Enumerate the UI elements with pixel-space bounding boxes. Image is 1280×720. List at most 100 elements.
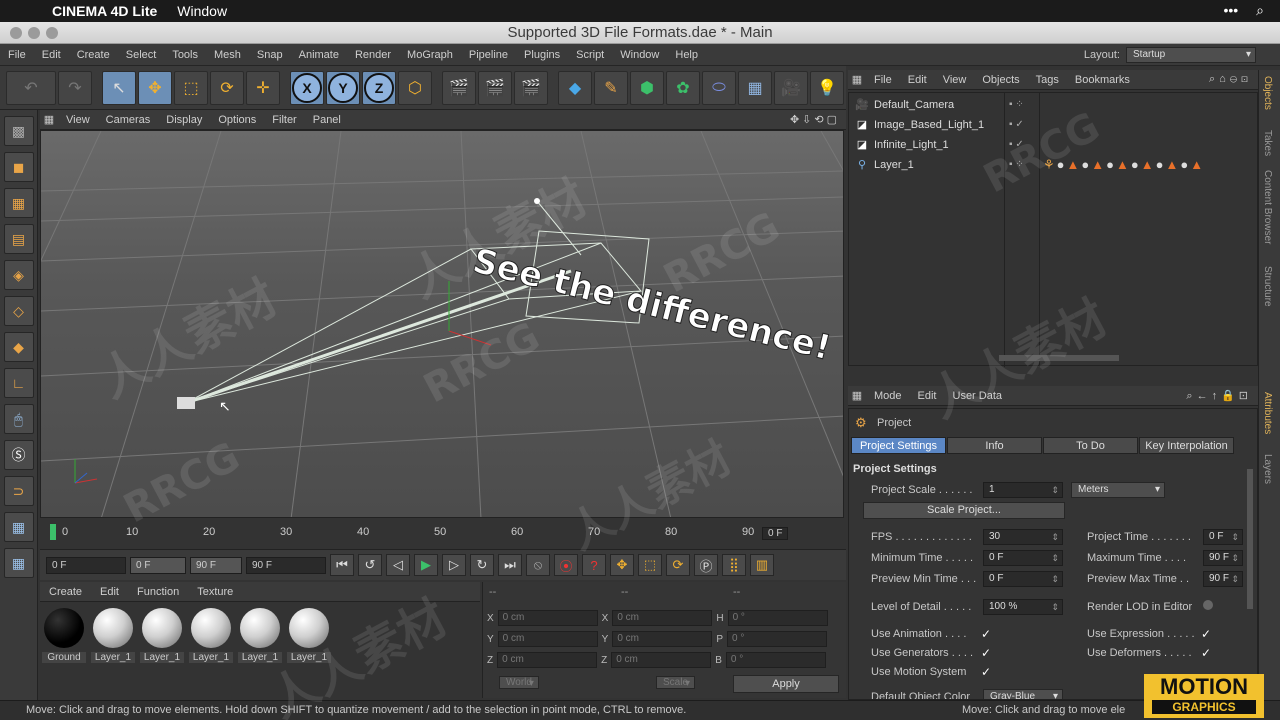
- coord-mode-dropdown[interactable]: Scale: [656, 676, 696, 689]
- visibility-toggles[interactable]: ▪ ✓: [1009, 119, 1024, 130]
- key-position-icon[interactable]: ✥: [610, 554, 634, 576]
- start-frame-field[interactable]: 0 F: [46, 556, 126, 574]
- material-menu-edit[interactable]: Edit: [91, 586, 128, 598]
- side-tab-attributes[interactable]: Attributes: [1262, 392, 1273, 434]
- floor-icon[interactable]: ▦: [738, 70, 772, 105]
- tweak-mode-icon[interactable]: 🖱: [3, 404, 34, 434]
- play-icon[interactable]: ▶: [414, 554, 438, 576]
- material-layer[interactable]: Layer_1: [238, 608, 282, 692]
- min-time-field[interactable]: 0 F: [983, 550, 1063, 566]
- scale-tool-icon[interactable]: ⬚: [174, 70, 208, 105]
- menu-snap[interactable]: Snap: [249, 49, 291, 61]
- material-layer[interactable]: Layer_1: [91, 608, 135, 692]
- objects-menu-objects[interactable]: Objects: [974, 74, 1027, 86]
- menu-pipeline[interactable]: Pipeline: [461, 49, 516, 61]
- menu-animate[interactable]: Animate: [291, 49, 347, 61]
- tab-project-settings[interactable]: Project Settings: [851, 437, 946, 454]
- end-frame-field[interactable]: 90 F: [246, 556, 326, 574]
- points-mode-icon[interactable]: ◈: [3, 260, 34, 290]
- use-deformers-checkbox[interactable]: ✓: [1201, 647, 1213, 659]
- material-layer[interactable]: Layer_1: [140, 608, 184, 692]
- autokey-icon[interactable]: ⦿: [554, 554, 578, 576]
- tab-key-interpolation[interactable]: Key Interpolation: [1139, 437, 1234, 454]
- attributes-menu-edit[interactable]: Edit: [910, 390, 945, 402]
- object-row-ibl[interactable]: ◪ Image_Based_Light_1: [855, 115, 984, 134]
- menu-help[interactable]: Help: [667, 49, 706, 61]
- objects-menu-view[interactable]: View: [935, 74, 975, 86]
- use-expression-checkbox[interactable]: ✓: [1201, 628, 1213, 640]
- range-min-field[interactable]: 0 F: [130, 556, 186, 574]
- deformer-icon[interactable]: ⬭: [702, 70, 736, 105]
- previous-frame-icon[interactable]: ◁: [386, 554, 410, 576]
- app-name-menu[interactable]: CINEMA 4D Lite: [52, 3, 157, 19]
- size-x-field[interactable]: 0 cm: [612, 610, 713, 626]
- position-x-field[interactable]: 0 cm: [497, 610, 598, 626]
- apply-button[interactable]: Apply: [733, 675, 839, 693]
- range-max-field[interactable]: 90 F: [190, 556, 242, 574]
- record-active-icon[interactable]: ⦸: [526, 554, 550, 576]
- tab-info[interactable]: Info: [947, 437, 1042, 454]
- project-scale-field[interactable]: 1: [983, 482, 1063, 498]
- menu-tools[interactable]: Tools: [164, 49, 206, 61]
- edges-mode-icon[interactable]: ◇: [3, 296, 34, 326]
- tab-to-do[interactable]: To Do: [1043, 437, 1138, 454]
- position-y-field[interactable]: 0 cm: [497, 631, 598, 647]
- zoom-window-button[interactable]: [46, 27, 58, 39]
- viewport-navigation-icons[interactable]: ✥⇩⟲▢: [790, 113, 840, 126]
- magnet-icon[interactable]: ⊃: [3, 476, 34, 506]
- project-scale-unit-dropdown[interactable]: Meters: [1071, 482, 1165, 498]
- viewport-menu-panel[interactable]: Panel: [305, 114, 349, 126]
- menu-file[interactable]: File: [0, 49, 34, 61]
- objects-menu-bookmarks[interactable]: Bookmarks: [1067, 74, 1138, 86]
- polygons-mode-icon[interactable]: ◆: [3, 332, 34, 362]
- material-layer[interactable]: Layer_1: [287, 608, 331, 692]
- material-menu-create[interactable]: Create: [40, 586, 91, 598]
- max-time-field[interactable]: 90 F: [1203, 550, 1243, 566]
- menu-script[interactable]: Script: [568, 49, 612, 61]
- move-tool-icon[interactable]: ✥: [138, 70, 172, 105]
- object-row-layer[interactable]: ⚲ Layer_1: [855, 155, 914, 174]
- next-key-icon[interactable]: ↻: [470, 554, 494, 576]
- rotation-h-field[interactable]: 0 °: [727, 610, 828, 626]
- key-scale-icon[interactable]: ⬚: [638, 554, 662, 576]
- key-pla-icon[interactable]: ⣿: [722, 554, 746, 576]
- material-tags[interactable]: ⚘●▲●▲●▲●▲●▲●▲: [1043, 157, 1205, 173]
- camera-object-icon[interactable]: [177, 397, 195, 409]
- size-z-field[interactable]: 0 cm: [611, 652, 712, 668]
- rotation-p-field[interactable]: 0 °: [727, 631, 828, 647]
- key-parameter-icon[interactable]: Ⓟ: [694, 554, 718, 576]
- material-menu-texture[interactable]: Texture: [188, 586, 242, 598]
- material-ground[interactable]: Ground: [42, 608, 86, 692]
- minimize-window-button[interactable]: [28, 27, 40, 39]
- use-generators-checkbox[interactable]: ✓: [981, 647, 993, 659]
- material-layer[interactable]: Layer_1: [189, 608, 233, 692]
- layout-dropdown[interactable]: Startup: [1126, 47, 1256, 63]
- objects-menu-file[interactable]: File: [866, 74, 900, 86]
- use-animation-checkbox[interactable]: ✓: [981, 628, 993, 640]
- axis-x-button[interactable]: X: [290, 70, 324, 105]
- object-row-infinite-light[interactable]: ◪ Infinite_Light_1: [855, 135, 949, 154]
- menu-create[interactable]: Create: [69, 49, 118, 61]
- coordinate-system-icon[interactable]: ⬡: [398, 70, 432, 105]
- window-menu[interactable]: Window: [177, 3, 227, 19]
- menu-edit[interactable]: Edit: [34, 49, 69, 61]
- timeline-window-icon[interactable]: ▥: [750, 554, 774, 576]
- selection-tool-icon[interactable]: ↖: [102, 70, 136, 105]
- close-window-button[interactable]: [10, 27, 22, 39]
- size-y-field[interactable]: 0 cm: [612, 631, 713, 647]
- viewport-menu-display[interactable]: Display: [158, 114, 210, 126]
- redo-icon[interactable]: ↷: [58, 70, 92, 105]
- go-to-start-icon[interactable]: ⏮: [330, 554, 354, 576]
- subdivision-surface-icon[interactable]: ⬢: [630, 70, 664, 105]
- preview-min-field[interactable]: 0 F: [983, 571, 1063, 587]
- object-list-scrollbar[interactable]: [999, 355, 1119, 361]
- default-color-dropdown[interactable]: Gray-Blue: [983, 689, 1063, 699]
- workplane-icon[interactable]: ▤: [3, 224, 34, 254]
- snap-icon[interactable]: Ⓢ: [3, 440, 34, 470]
- use-motion-checkbox[interactable]: ✓: [981, 666, 993, 678]
- current-frame-field[interactable]: 0 F: [762, 527, 789, 540]
- visibility-toggles[interactable]: ▪ ⁘: [1009, 159, 1024, 170]
- material-menu-function[interactable]: Function: [128, 586, 188, 598]
- model-mode-icon[interactable]: ◼: [3, 152, 34, 182]
- side-tab-layers[interactable]: Layers: [1262, 454, 1273, 484]
